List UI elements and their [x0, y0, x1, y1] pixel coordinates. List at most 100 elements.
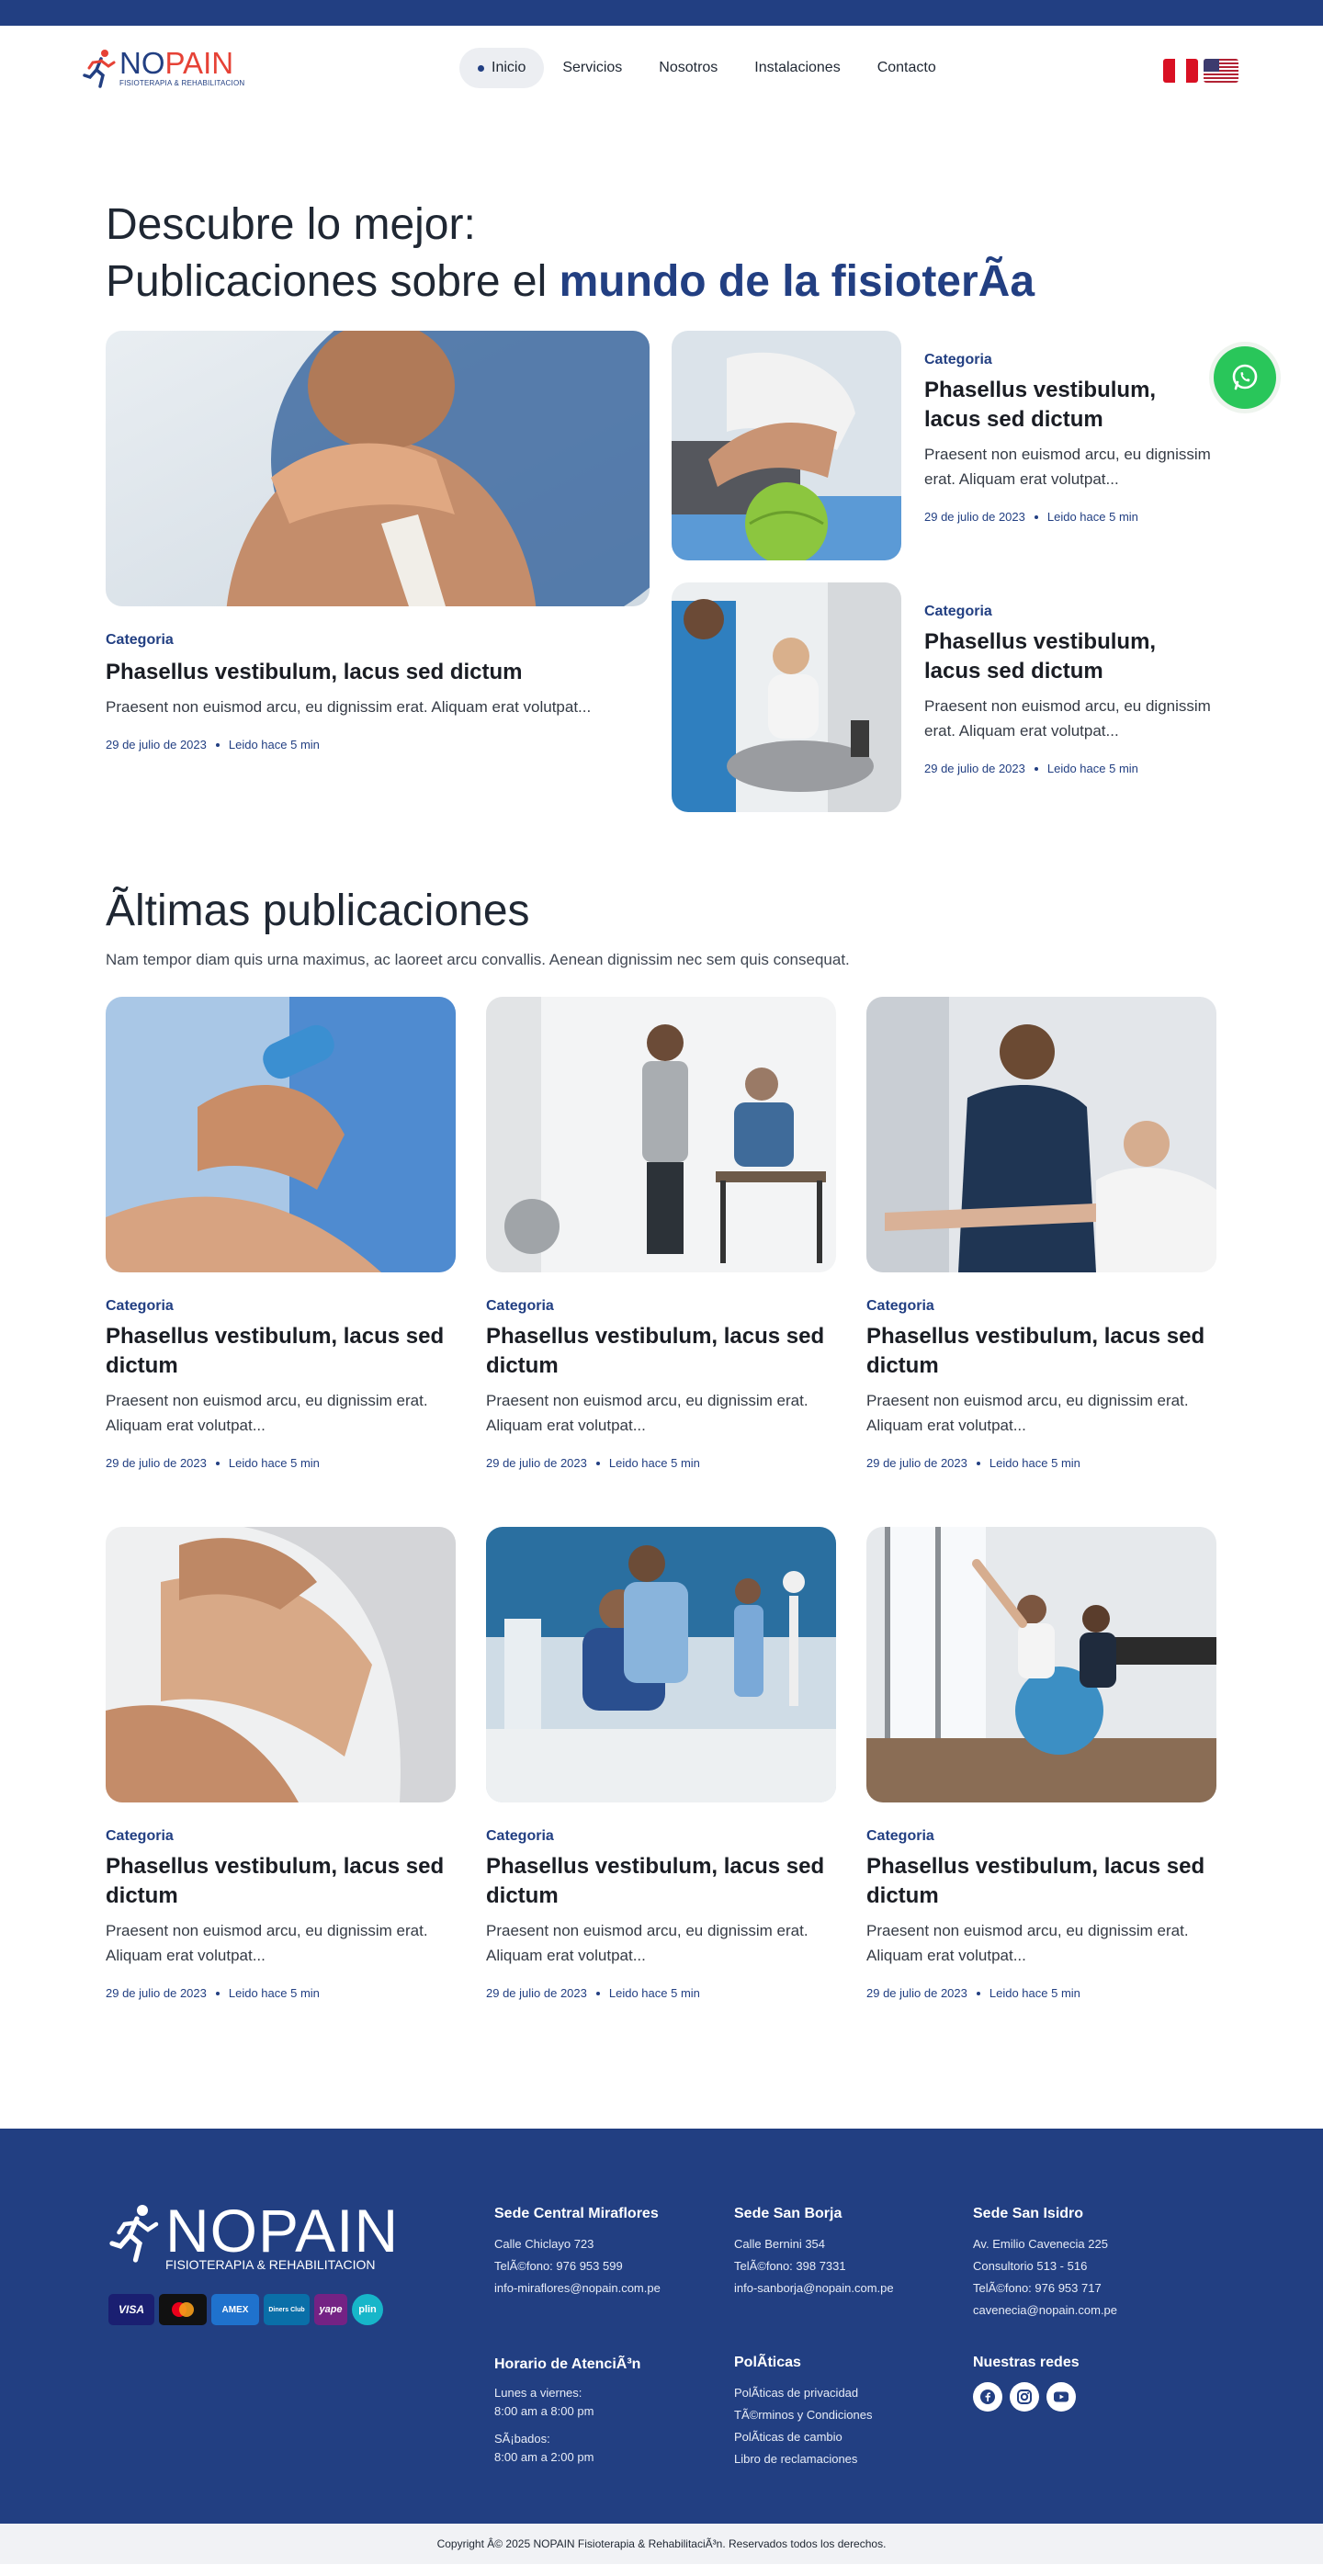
- post-read-time: Leido hace 5 min: [228, 1986, 320, 2000]
- separator-dot-icon: [976, 1461, 980, 1465]
- post-excerpt: Praesent non euismod arcu, eu dignissim …: [106, 1922, 428, 1964]
- post-read-time: Leido hace 5 min: [608, 1986, 700, 2000]
- youtube-icon[interactable]: [1046, 2382, 1076, 2412]
- post-excerpt: Praesent non euismod arcu, eu dignissim …: [486, 1922, 808, 1964]
- page-title: Descubre lo mejor: Publicaciones sobre e…: [106, 197, 1217, 311]
- facebook-icon[interactable]: [973, 2382, 1002, 2412]
- post-card[interactable]: Categoria Phasellus vestibulum, lacus se…: [486, 1527, 836, 2000]
- peru-flag-icon[interactable]: [1163, 59, 1198, 83]
- back-exam-photo: [486, 1527, 836, 1802]
- post-card[interactable]: Categoria Phasellus vestibulum, lacus se…: [486, 997, 836, 1470]
- footer-heading: PolÃ­ticas: [734, 2355, 801, 2370]
- footer-phone: TelÃ©fono: 976 953 717: [973, 2281, 1102, 2295]
- post-read-time: Leido hace 5 min: [228, 1456, 320, 1470]
- post-date: 29 de julio de 2023: [106, 1986, 207, 2000]
- footer-address: Calle Chiclayo 723: [494, 2237, 594, 2251]
- nav-item-contacto[interactable]: Contacto: [859, 48, 955, 88]
- nav-item-label: Contacto: [876, 60, 936, 75]
- post-card[interactable]: Categoria Phasellus vestibulum, lacus se…: [106, 1527, 456, 2000]
- hours-saturday-label: SÃ¡bados:: [494, 2432, 550, 2446]
- post-title[interactable]: Phasellus vestibulum, lacus sed dictum: [924, 376, 1217, 435]
- featured-posts: Categoria Phasellus vestibulum, lacus se…: [106, 331, 1217, 812]
- footer-address: Calle Bernini 354: [734, 2237, 826, 2251]
- post-card[interactable]: Categoria Phasellus vestibulum, lacus se…: [866, 1527, 1216, 2000]
- post-title[interactable]: Phasellus vestibulum, lacus sed dictum: [106, 658, 650, 687]
- footer-heading: Sede Central Miraflores: [494, 2206, 659, 2221]
- footer-email[interactable]: info-miraflores@nopain.com.pe: [494, 2277, 661, 2299]
- post-date: 29 de julio de 2023: [486, 1456, 587, 1470]
- post-image: [672, 582, 901, 812]
- nav-item-nosotros[interactable]: Nosotros: [640, 48, 736, 88]
- post-image: [672, 331, 901, 560]
- post-category: Categoria: [106, 632, 174, 648]
- post-title[interactable]: Phasellus vestibulum, lacus sed dictum: [486, 1852, 836, 1911]
- post-category: Categoria: [486, 1298, 554, 1314]
- separator-dot-icon: [215, 1991, 220, 1995]
- youtube-glyph: [1054, 2391, 1069, 2402]
- post-category: Categoria: [924, 352, 992, 367]
- post-title[interactable]: Phasellus vestibulum, lacus sed dictum: [106, 1322, 456, 1381]
- site-logo[interactable]: NOPAIN FISIOTERAPIA & REHABILITACION: [83, 48, 244, 88]
- posts-grid: Categoria Phasellus vestibulum, lacus se…: [106, 997, 1217, 2000]
- policy-link-returns[interactable]: PolÃ­ticas de cambio: [734, 2426, 872, 2448]
- site-header: NOPAIN FISIOTERAPIA & REHABILITACION Ini…: [0, 26, 1323, 114]
- post-meta: 29 de julio de 2023 Leido hace 5 min: [924, 510, 1217, 524]
- post-title[interactable]: Phasellus vestibulum, lacus sed dictum: [106, 1852, 456, 1911]
- post-excerpt: Praesent non euismod arcu, eu dignissim …: [924, 697, 1211, 740]
- top-accent-bar: [0, 0, 1323, 26]
- post-title[interactable]: Phasellus vestibulum, lacus sed dictum: [924, 627, 1217, 686]
- post-excerpt: Praesent non euismod arcu, eu dignissim …: [866, 1922, 1189, 1964]
- footer-heading: Sede San Isidro: [973, 2206, 1084, 2221]
- title-line-1: Descubre lo mejor:: [106, 200, 476, 249]
- post-title[interactable]: Phasellus vestibulum, lacus sed dictum: [486, 1322, 836, 1381]
- separator-dot-icon: [215, 742, 220, 747]
- nav-item-label: Instalaciones: [754, 60, 841, 75]
- post-read-time: Leido hace 5 min: [989, 1456, 1080, 1470]
- post-excerpt: Praesent non euismod arcu, eu dignissim …: [924, 446, 1211, 488]
- footer-email[interactable]: info-sanborja@nopain.com.pe: [734, 2277, 894, 2299]
- post-category: Categoria: [924, 604, 992, 619]
- post-date: 29 de julio de 2023: [924, 510, 1025, 524]
- shoulder-massage-photo: [106, 331, 650, 606]
- featured-side-card[interactable]: Categoria Phasellus vestibulum, lacus se…: [672, 331, 1217, 560]
- nav-item-instalaciones[interactable]: Instalaciones: [736, 48, 858, 88]
- section-subtitle: Nam tempor diam quis urna maximus, ac la…: [106, 951, 850, 968]
- separator-dot-icon: [976, 1991, 980, 1995]
- separator-dot-icon: [595, 1991, 600, 1995]
- footer-logo[interactable]: NOPAIN FISIOTERAPIA & REHABILITACION: [108, 2200, 399, 2272]
- logo-tagline: FISIOTERAPIA & REHABILITACION: [119, 79, 245, 87]
- footer-hours: Horario de AtenciÃ³n Lunes a viernes: 8:…: [494, 2356, 640, 2467]
- featured-side-list: Categoria Phasellus vestibulum, lacus se…: [672, 331, 1217, 812]
- visa-icon: VISA: [108, 2294, 154, 2325]
- footer-address: Av. Emilio Cavenecia 225: [973, 2237, 1108, 2251]
- footer-email[interactable]: cavenecia@nopain.com.pe: [973, 2299, 1117, 2322]
- amex-icon: AMEX: [211, 2294, 259, 2325]
- nav-item-servicios[interactable]: Servicios: [544, 48, 640, 88]
- mastercard-logo-icon: [172, 2302, 194, 2317]
- post-meta: 29 de julio de 2023 Leido hace 5 min: [866, 1456, 1216, 1470]
- usa-flag-icon[interactable]: [1204, 59, 1238, 83]
- featured-side-card[interactable]: Categoria Phasellus vestibulum, lacus se…: [672, 582, 1217, 812]
- policy-link-terms[interactable]: TÃ©rminos y Condiciones: [734, 2404, 872, 2426]
- logo-wordmark-pain: PAIN: [164, 46, 234, 80]
- section-title: Ãltimas publicaciones: [106, 887, 530, 935]
- hours-weekdays-label: Lunes a viernes:: [494, 2386, 582, 2400]
- post-read-time: Leido hace 5 min: [228, 738, 320, 751]
- policy-link-complaints[interactable]: Libro de reclamaciones: [734, 2448, 872, 2470]
- post-read-time: Leido hace 5 min: [1046, 762, 1138, 775]
- instagram-icon[interactable]: [1010, 2382, 1039, 2412]
- post-excerpt: Praesent non euismod arcu, eu dignissim …: [106, 1392, 428, 1434]
- featured-main-card[interactable]: Categoria Phasellus vestibulum, lacus se…: [106, 331, 650, 812]
- shoulder-touch-photo: [106, 1527, 456, 1802]
- post-title[interactable]: Phasellus vestibulum, lacus sed dictum: [866, 1852, 1216, 1911]
- whatsapp-button[interactable]: [1209, 342, 1281, 413]
- nav-item-inicio[interactable]: Inicio: [459, 48, 545, 88]
- post-category: Categoria: [106, 1828, 174, 1844]
- post-read-time: Leido hace 5 min: [608, 1456, 700, 1470]
- post-title[interactable]: Phasellus vestibulum, lacus sed dictum: [866, 1322, 1216, 1381]
- policy-link-privacy[interactable]: PolÃ­ticas de privacidad: [734, 2382, 872, 2404]
- post-card[interactable]: Categoria Phasellus vestibulum, lacus se…: [106, 997, 456, 1470]
- post-card[interactable]: Categoria Phasellus vestibulum, lacus se…: [866, 997, 1216, 1470]
- post-category: Categoria: [866, 1828, 934, 1844]
- footer-phone: TelÃ©fono: 976 953 599: [494, 2259, 623, 2273]
